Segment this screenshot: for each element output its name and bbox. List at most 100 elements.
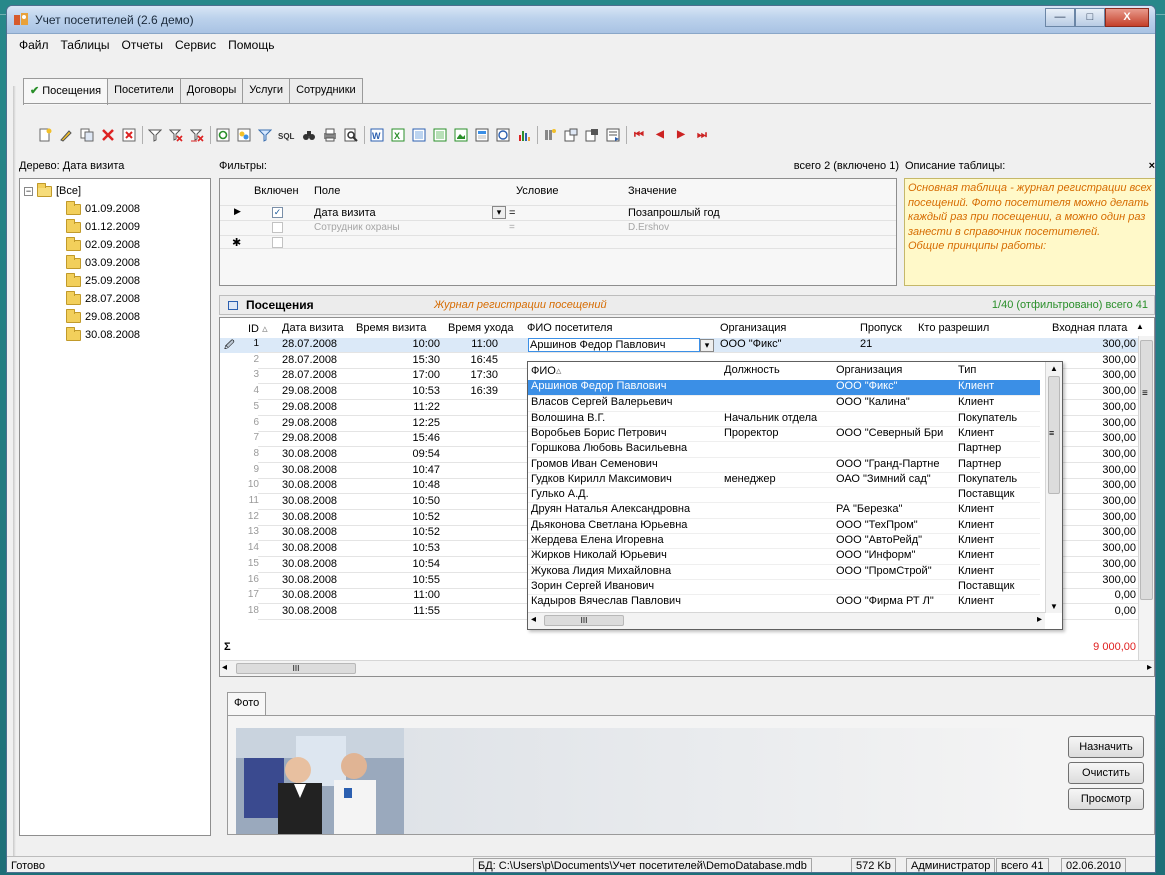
cell-time-in[interactable]: 17:00: [390, 369, 440, 381]
sql-icon[interactable]: SQL: [278, 127, 296, 143]
close-button[interactable]: X: [1105, 8, 1149, 27]
scroll-right-icon[interactable]: ▸: [1037, 614, 1042, 625]
cell-time-in[interactable]: 10:53: [390, 542, 440, 554]
delete-icon[interactable]: [100, 127, 116, 143]
cell-time-in[interactable]: 10:50: [390, 495, 440, 507]
cell-fee[interactable]: 0,00: [1052, 589, 1136, 601]
cell-date[interactable]: 30.08.2008: [282, 479, 337, 491]
settings-icon[interactable]: [563, 127, 579, 143]
export-image-icon[interactable]: [453, 127, 469, 143]
col-organization[interactable]: Организация: [720, 322, 786, 334]
cell-org[interactable]: ООО "Фикс": [720, 338, 781, 350]
grid-vertical-scrollbar[interactable]: ≡: [1138, 336, 1154, 660]
cell-fee[interactable]: 300,00: [1052, 511, 1136, 523]
grid-horizontal-scrollbar[interactable]: ◂ III ▸: [220, 660, 1154, 676]
cell-date[interactable]: 28.07.2008: [282, 369, 337, 381]
cell-id[interactable]: 1: [236, 338, 259, 349]
lookup-col-position[interactable]: Должность: [724, 364, 780, 376]
close-icon[interactable]: ×: [1149, 160, 1155, 172]
next-record-icon[interactable]: ▶: [673, 127, 689, 143]
cell-id[interactable]: 18: [236, 605, 259, 616]
tree-item-date[interactable]: 03.09.2008: [66, 254, 140, 271]
lookup-col-fio[interactable]: ФИО▵: [531, 364, 561, 377]
cell-date[interactable]: 29.08.2008: [282, 432, 337, 444]
tree-item-date[interactable]: 29.08.2008: [66, 308, 140, 325]
tree-item-date[interactable]: 30.08.2008: [66, 326, 140, 343]
filter-condition[interactable]: =: [509, 207, 515, 219]
cell-time-in[interactable]: 10:55: [390, 574, 440, 586]
cell-pass[interactable]: 21: [860, 338, 872, 350]
cell-fee[interactable]: 300,00: [1052, 369, 1136, 381]
delete-all-icon[interactable]: [121, 127, 137, 143]
cell-time-in[interactable]: 10:00: [390, 338, 440, 350]
cell-id[interactable]: 4: [236, 385, 259, 396]
scroll-thumb[interactable]: III: [236, 663, 356, 674]
cell-time-in[interactable]: 11:55: [390, 605, 440, 617]
cell-id[interactable]: 8: [236, 448, 259, 459]
export-table-icon[interactable]: [474, 127, 490, 143]
lookup-row[interactable]: Жердева Елена Игоревна ООО "АвтоРейд" Клие…: [528, 533, 1040, 548]
lookup-row[interactable]: Жукова Лидия Михайловна ООО "ПромСтрой" Кл…: [528, 563, 1040, 579]
clear-filter-icon[interactable]: [168, 127, 184, 143]
cell-time-out[interactable]: 17:30: [450, 369, 498, 381]
cell-fee[interactable]: 300,00: [1052, 354, 1136, 366]
cell-id[interactable]: 14: [236, 542, 259, 553]
filter-field[interactable]: Дата визита: [314, 207, 376, 219]
col-fee[interactable]: Входная плата: [1052, 322, 1127, 334]
cell-date[interactable]: 28.07.2008: [282, 354, 337, 366]
lookup-col-type[interactable]: Тип: [958, 364, 976, 376]
cell-time-in[interactable]: 11:22: [390, 401, 440, 413]
col-visitor[interactable]: ФИО посетителя: [527, 322, 612, 334]
lookup-col-organization[interactable]: Организация: [836, 364, 902, 376]
cell-date[interactable]: 30.08.2008: [282, 589, 337, 601]
cell-fee[interactable]: 300,00: [1052, 495, 1136, 507]
cell-fee[interactable]: 300,00: [1052, 558, 1136, 570]
print-icon[interactable]: [322, 127, 338, 143]
filter-icon[interactable]: [147, 127, 163, 143]
lookup-row[interactable]: Гулько А.Д. Поставщик: [528, 487, 1040, 502]
cell-time-in[interactable]: 12:25: [390, 417, 440, 429]
cell-fee[interactable]: 0,00: [1052, 605, 1136, 617]
cell-time-in[interactable]: 15:30: [390, 354, 440, 366]
tab-visitors[interactable]: Посетители: [107, 78, 181, 104]
tab-services[interactable]: Услуги: [242, 78, 291, 104]
lookup-row[interactable]: Гудков Кирилл Максимович менеджер ОАО "Зим…: [528, 471, 1040, 487]
cell-time-out[interactable]: 16:39: [450, 385, 498, 397]
cell-fee[interactable]: 300,00: [1052, 448, 1136, 460]
clear-all-filters-icon[interactable]: [189, 127, 205, 143]
cell-id[interactable]: 5: [236, 401, 259, 412]
cell-fee[interactable]: 300,00: [1052, 385, 1136, 397]
scroll-left-icon[interactable]: ◂: [531, 614, 536, 625]
collapse-icon[interactable]: −: [24, 186, 33, 196]
cell-time-in[interactable]: 10:52: [390, 526, 440, 538]
visitor-lookup-dropdown[interactable]: ФИО▵ Должность Организация Тип Аршинов Ф…: [527, 361, 1063, 630]
lookup-row[interactable]: Зорин Сергей Иванович Поставщик: [528, 578, 1040, 594]
cell-id[interactable]: 2: [236, 354, 259, 365]
cell-fee[interactable]: 300,00: [1052, 338, 1136, 350]
cell-time-in[interactable]: 15:46: [390, 432, 440, 444]
cell-fee[interactable]: 300,00: [1052, 417, 1136, 429]
filter-enabled-checkbox[interactable]: [272, 222, 283, 233]
lookup-row[interactable]: Воробьев Борис Петрович Проректор ООО "Сев…: [528, 425, 1040, 441]
cell-id[interactable]: 7: [236, 432, 259, 443]
cell-date[interactable]: 29.08.2008: [282, 385, 337, 397]
scroll-up-icon[interactable]: ▲: [1050, 364, 1058, 373]
lookup-row[interactable]: Волошина В.Г. Начальник отдела Покупатель: [528, 410, 1040, 426]
filter-row[interactable]: Сотрудник охраны = D.Ershov: [220, 220, 896, 234]
scroll-down-icon[interactable]: ▼: [1050, 602, 1058, 611]
col-time-out[interactable]: Время ухода: [448, 322, 513, 334]
export-excel-icon[interactable]: X: [390, 127, 406, 143]
cell-time-in[interactable]: 10:47: [390, 464, 440, 476]
scroll-thumb[interactable]: [1140, 340, 1153, 600]
cell-id[interactable]: 6: [236, 417, 259, 428]
cell-time-in[interactable]: 09:54: [390, 448, 440, 460]
cell-id[interactable]: 15: [236, 558, 259, 569]
collapse-panel-icon[interactable]: [228, 300, 238, 310]
lookup-row[interactable]: Власов Сергей Валерьевич ООО "Калина" Клие…: [528, 395, 1040, 410]
lookup-row[interactable]: Кадыров Вячеслав Павлович ООО "Фирма РТ Л…: [528, 594, 1040, 609]
cell-time-out[interactable]: 16:45: [450, 354, 498, 366]
cell-time-out[interactable]: 11:00: [450, 338, 498, 350]
col-time-in[interactable]: Время визита: [356, 322, 426, 334]
cell-date[interactable]: 28.07.2008: [282, 338, 337, 350]
assign-photo-button[interactable]: Назначить: [1068, 736, 1144, 758]
